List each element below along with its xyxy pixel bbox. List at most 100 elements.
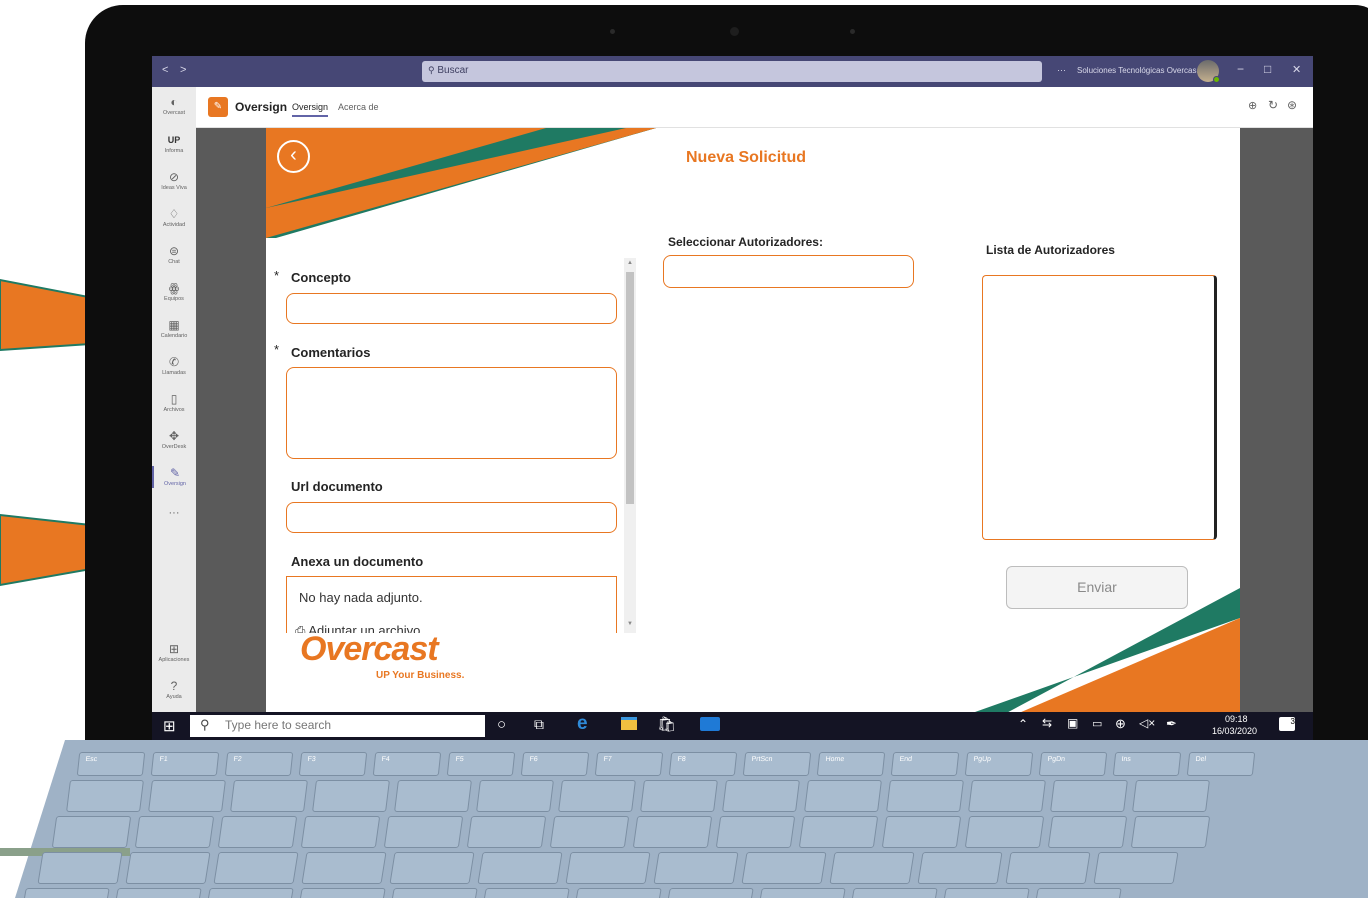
rail-item-equipos[interactable]: ꙮ Equipos [152,281,196,303]
attachment-box[interactable]: No hay nada adjunto. ⎙ Adjuntar un archi… [286,576,617,633]
globe-icon[interactable]: ⊛ [1287,98,1297,112]
calendar-icon: ▦ [168,318,180,332]
app-canvas: ‹ Nueva Solicitud * Concepto * Comentari… [266,128,1240,740]
scroll-up-arrow[interactable]: ▲ [627,260,633,266]
keyboard-key [632,816,713,848]
org-name[interactable]: Soluciones Tecnológicas Overcas... [1077,66,1203,75]
search-placeholder: Buscar [437,65,469,76]
enviar-button[interactable]: Enviar [1006,566,1188,609]
keyboard-key [1005,852,1091,884]
teams-title-bar: < > ⚲ Buscar ··· Soluciones Tecnológicas… [152,56,1313,87]
keyboard-key [574,888,662,898]
keyboard-key [476,780,554,812]
tray-chevron-icon[interactable]: ⌃ [1018,717,1028,731]
rail-label: Ayuda [166,694,182,700]
keyboard-key [312,780,390,812]
rail-item-oversign[interactable]: ✎ Oversign [152,466,196,488]
rail-item-archivos[interactable]: ▯ Archivos [152,392,196,414]
volume-icon[interactable]: ◁× [1139,716,1155,730]
store-icon[interactable]: 🛍 [657,715,676,733]
tab-acerca-de[interactable]: Acerca de [338,102,379,112]
keyboard-key [230,780,308,812]
mail-icon[interactable] [700,717,720,731]
keyboard-key [886,780,964,812]
rail-item-actividad[interactable]: ♢ Actividad [152,207,196,229]
rail-item-overdesk[interactable]: ✥ OverDesk [152,429,196,451]
file-explorer-icon[interactable] [621,717,637,730]
refresh-icon[interactable]: ↻ [1268,98,1278,112]
rail-item-ayuda[interactable]: ? Ayuda [152,679,196,701]
battery-icon[interactable]: ▭ [1092,717,1102,730]
notifications-icon[interactable]: 3 [1279,717,1295,731]
keyboard-key [477,852,563,884]
rail-more-button[interactable]: ··· [152,507,196,519]
keyboard-key-f3: F3 [298,752,368,776]
oversign-logo-icon: ✎ [208,97,228,117]
autorizadores-list[interactable] [982,275,1217,540]
keyboard-key-f2: F2 [224,752,294,776]
rail-item-llamadas[interactable]: ✆ Llamadas [152,355,196,377]
keyboard-key-f1: F1 [150,752,220,776]
form-scrollbar[interactable]: ▲ ▼ [624,258,636,633]
pen-icon[interactable]: ✒ [1166,716,1177,732]
taskbar-search-placeholder: Type here to search [225,718,332,732]
network-icon[interactable]: ⊕ [1115,716,1126,732]
avatar-status-dot [1213,76,1220,83]
canvas-margin-left [196,128,266,740]
taskbar-search-input[interactable]: ⚲ Type here to search [190,715,485,737]
keyboard-key [37,852,123,884]
clock-date[interactable]: 16/03/2020 [1212,726,1257,736]
windows-start-icon[interactable]: ⊞ [163,717,176,735]
close-button[interactable]: ✕ [1292,63,1301,76]
keyboard-key [758,888,846,898]
required-mark: * [274,342,280,357]
help-icon: ? [170,679,178,693]
keyboard-key [394,780,472,812]
rail-label: Aplicaciones [158,657,190,663]
decor-top-left [266,128,656,238]
keyboard-key [804,780,882,812]
edge-icon[interactable]: e [577,713,588,735]
comentarios-textarea[interactable] [286,367,617,459]
nav-forward-button[interactable]: > [180,64,186,76]
rail-item-ideas-viva[interactable]: ⊘ Ideas Viva [152,170,196,192]
rail-item-aplicaciones[interactable]: ⊞ Aplicaciones [152,642,196,664]
tray-meet-icon[interactable]: ▣ [1067,716,1078,730]
keyboard-key [125,852,211,884]
minimize-button[interactable]: − [1237,62,1244,76]
more-options-button[interactable]: ··· [1057,65,1066,75]
autorizadores-combobox[interactable] [663,255,914,288]
concepto-input[interactable] [286,293,617,324]
brand-tagline: UP Your Business. [376,670,465,681]
brand-logo: Overcast [300,630,439,668]
url-label: Url documento [291,479,383,494]
cortana-icon[interactable]: ○ [497,716,506,733]
url-input[interactable] [286,502,617,533]
rail-label: Overcast [162,110,185,116]
task-view-icon[interactable]: ⧉ [534,716,544,733]
sensor-dot [850,29,855,34]
search-input[interactable]: ⚲ Buscar [422,61,1042,82]
keyboard-key [640,780,718,812]
back-button[interactable]: ‹ [277,140,310,173]
rail-item-calendario[interactable]: ▦ Calendario [152,318,196,340]
rail-item-chat[interactable]: ⊜ Chat [152,244,196,266]
keyboard-key [51,816,132,848]
scrollbar-thumb[interactable] [626,272,634,504]
overcast-icon: ◐ [170,95,178,109]
keyboard-key [206,888,294,898]
tray-app-icon[interactable]: ⇆ [1042,716,1052,730]
rail-item-overcast[interactable]: ◐ Overcast [152,95,196,117]
nav-back-button[interactable]: < [162,64,168,76]
keyboard-key [114,888,202,898]
keyboard-key [1132,780,1210,812]
windows-taskbar: ⊞ ⚲ Type here to search ○ ⧉ e 🛍 ⌃ ⇆ ▣ ▭ … [152,712,1313,740]
maximize-button[interactable]: □ [1264,62,1271,76]
keyboard-key-f6: F6 [520,752,590,776]
popout-icon[interactable]: ⊕ [1248,99,1257,112]
tab-oversign[interactable]: Oversign [292,102,329,117]
rail-item-informa[interactable]: UP Informa [152,133,196,155]
clock-time[interactable]: 09:18 [1225,714,1248,724]
scroll-down-arrow[interactable]: ▼ [627,621,633,627]
keyboard-key [389,852,475,884]
